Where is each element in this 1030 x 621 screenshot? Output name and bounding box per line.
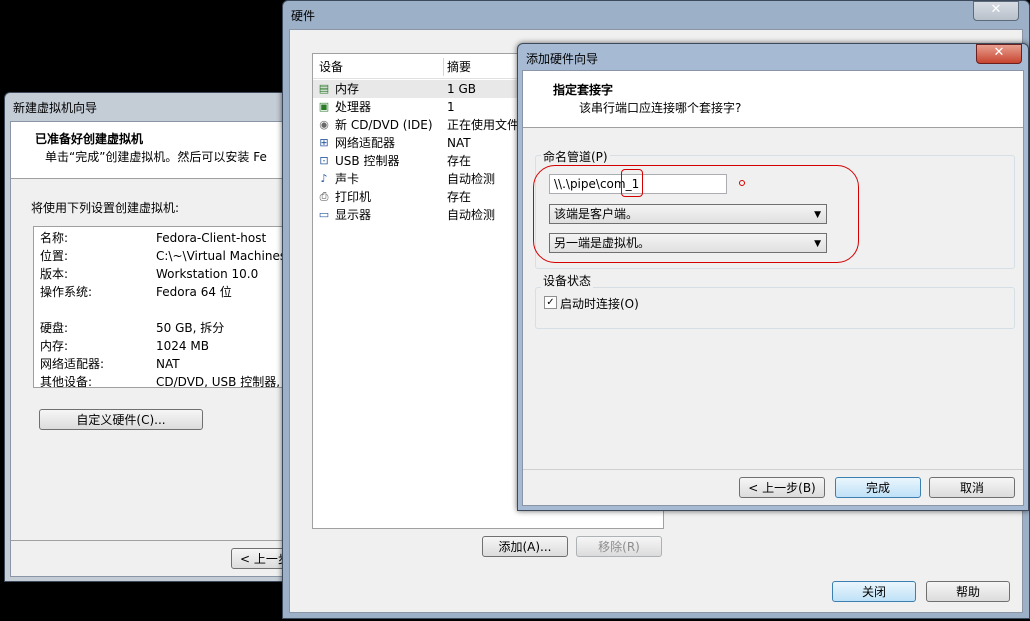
wizard-intro: 将使用下列设置创建虚拟机: bbox=[31, 201, 180, 215]
add-hw-back-button[interactable]: < 上一步(B) bbox=[739, 477, 825, 498]
setting-value: Fedora 64 位 bbox=[156, 285, 232, 299]
annotation-box bbox=[621, 169, 643, 197]
setting-row: 操作系统: bbox=[40, 283, 92, 301]
device-summary: 自动检测 bbox=[447, 172, 496, 186]
add-hw-header: 指定套接字 该串行端口应连接哪个套接字? bbox=[523, 71, 1023, 128]
connect-at-startup-label: 启动时连接(O) bbox=[560, 297, 639, 311]
device-name: 新 CD/DVD (IDE) bbox=[335, 118, 433, 132]
sound-card-icon: ♪ bbox=[320, 172, 328, 185]
add-hw-footer-divider bbox=[523, 469, 1023, 470]
device-name: 声卡 bbox=[335, 172, 360, 186]
hardware-window-title: 硬件 bbox=[291, 9, 316, 23]
setting-row: 网络适配器: bbox=[40, 355, 104, 373]
add-hardware-wizard-window: 添加硬件向导 ✕ 指定套接字 该串行端口应连接哪个套接字? 命名管道(P) \\… bbox=[517, 43, 1029, 511]
setting-value: 50 GB, 拆分 bbox=[156, 321, 225, 335]
close-button[interactable]: 关闭 bbox=[832, 581, 916, 602]
device-name: 内存 bbox=[335, 82, 360, 96]
device-summary: 1 bbox=[447, 100, 455, 114]
device-summary: NAT bbox=[447, 136, 471, 150]
column-divider bbox=[443, 58, 444, 76]
cd-dvd-icon: ◉ bbox=[319, 118, 329, 131]
setting-value: NAT bbox=[156, 357, 180, 371]
cancel-button[interactable]: 取消 bbox=[929, 477, 1015, 498]
wizard-settings-panel: 名称: Fedora-Client-host 位置: C:\~\Virtual … bbox=[33, 226, 301, 388]
usb-icon: ⊡ bbox=[319, 154, 329, 167]
setting-row: 内存: bbox=[40, 337, 68, 355]
summary-column-header: 摘要 bbox=[447, 60, 472, 74]
device-summary: 存在 bbox=[447, 154, 472, 168]
connect-at-startup-checkbox[interactable]: ✓ bbox=[544, 296, 557, 309]
new-vm-wizard-title: 新建虚拟机向导 bbox=[13, 101, 98, 115]
setting-row: 位置: bbox=[40, 247, 68, 265]
setting-label: 位置: bbox=[40, 249, 69, 263]
setting-label: 内存: bbox=[40, 339, 69, 353]
setting-row: 名称: bbox=[40, 229, 68, 247]
device-summary: 自动检测 bbox=[447, 208, 496, 222]
memory-icon: ▤ bbox=[318, 82, 330, 95]
device-name: 处理器 bbox=[335, 100, 372, 114]
finish-button[interactable]: 完成 bbox=[835, 477, 921, 498]
add-device-button[interactable]: 添加(A)... bbox=[482, 536, 568, 557]
add-hw-subheading: 该串行端口应连接哪个套接字? bbox=[579, 101, 742, 115]
annotation-dot bbox=[739, 180, 745, 186]
new-vm-wizard-client: 已准备好创建虚拟机 单击“完成”创建虚拟机。然后可以安装 Fe 将使用下列设置创… bbox=[10, 121, 311, 577]
setting-label: 其他设备: bbox=[40, 375, 93, 388]
setting-row: 其他设备: bbox=[40, 373, 93, 388]
device-summary: 存在 bbox=[447, 190, 472, 204]
display-icon: ▭ bbox=[318, 208, 330, 221]
printer-icon: ⎙ bbox=[319, 190, 329, 203]
add-hardware-wizard-title: 添加硬件向导 bbox=[526, 52, 599, 66]
help-button[interactable]: 帮助 bbox=[926, 581, 1010, 602]
setting-row: 硬盘: bbox=[40, 319, 68, 337]
wizard-heading: 已准备好创建虚拟机 bbox=[35, 132, 144, 146]
setting-label: 硬盘: bbox=[40, 321, 69, 335]
wizard-footer-divider bbox=[11, 540, 299, 541]
setting-value: 1024 MB bbox=[156, 339, 209, 353]
named-pipe-label: 命名管道(P) bbox=[541, 148, 610, 165]
customize-hardware-button[interactable]: 自定义硬件(C)... bbox=[39, 409, 203, 430]
setting-value: CD/DVD, USB 控制器, 打 bbox=[156, 375, 296, 388]
device-summary: 1 GB bbox=[447, 82, 476, 96]
setting-label: 网络适配器: bbox=[40, 357, 105, 371]
setting-value: Workstation 10.0 bbox=[156, 267, 259, 281]
device-name: 网络适配器 bbox=[335, 136, 396, 150]
add-hw-heading: 指定套接字 bbox=[553, 83, 614, 97]
annotation-circle bbox=[533, 165, 859, 263]
wizard-subheading: 单击“完成”创建虚拟机。然后可以安装 Fe bbox=[45, 150, 267, 164]
hardware-close-icon[interactable]: ✕ bbox=[973, 1, 1019, 21]
device-status-label: 设备状态 bbox=[541, 272, 594, 289]
new-vm-wizard-window: 新建虚拟机向导 已准备好创建虚拟机 单击“完成”创建虚拟机。然后可以安装 Fe … bbox=[4, 92, 311, 582]
network-adapter-icon: ⊞ bbox=[319, 136, 329, 149]
device-name: 显示器 bbox=[335, 208, 372, 222]
setting-value: Fedora-Client-host bbox=[156, 231, 267, 245]
device-name: USB 控制器 bbox=[335, 154, 400, 168]
device-name: 打印机 bbox=[335, 190, 372, 204]
add-hardware-client: 指定套接字 该串行端口应连接哪个套接字? 命名管道(P) \\.\pipe\co… bbox=[522, 70, 1024, 506]
remove-device-button[interactable]: 移除(R) bbox=[576, 536, 662, 557]
setting-row: 版本: bbox=[40, 265, 68, 283]
device-summary: 正在使用文件 bbox=[447, 118, 520, 132]
device-column-header: 设备 bbox=[319, 60, 344, 74]
add-hardware-close-icon[interactable]: ✕ bbox=[976, 44, 1022, 64]
setting-label: 操作系统: bbox=[40, 285, 93, 299]
wizard-header: 已准备好创建虚拟机 单击“完成”创建虚拟机。然后可以安装 Fe bbox=[11, 122, 299, 179]
setting-label: 名称: bbox=[40, 231, 69, 245]
processor-icon: ▣ bbox=[318, 100, 330, 113]
setting-label: 版本: bbox=[40, 267, 69, 281]
setting-value: C:\~\Virtual Machines\F bbox=[156, 249, 298, 263]
